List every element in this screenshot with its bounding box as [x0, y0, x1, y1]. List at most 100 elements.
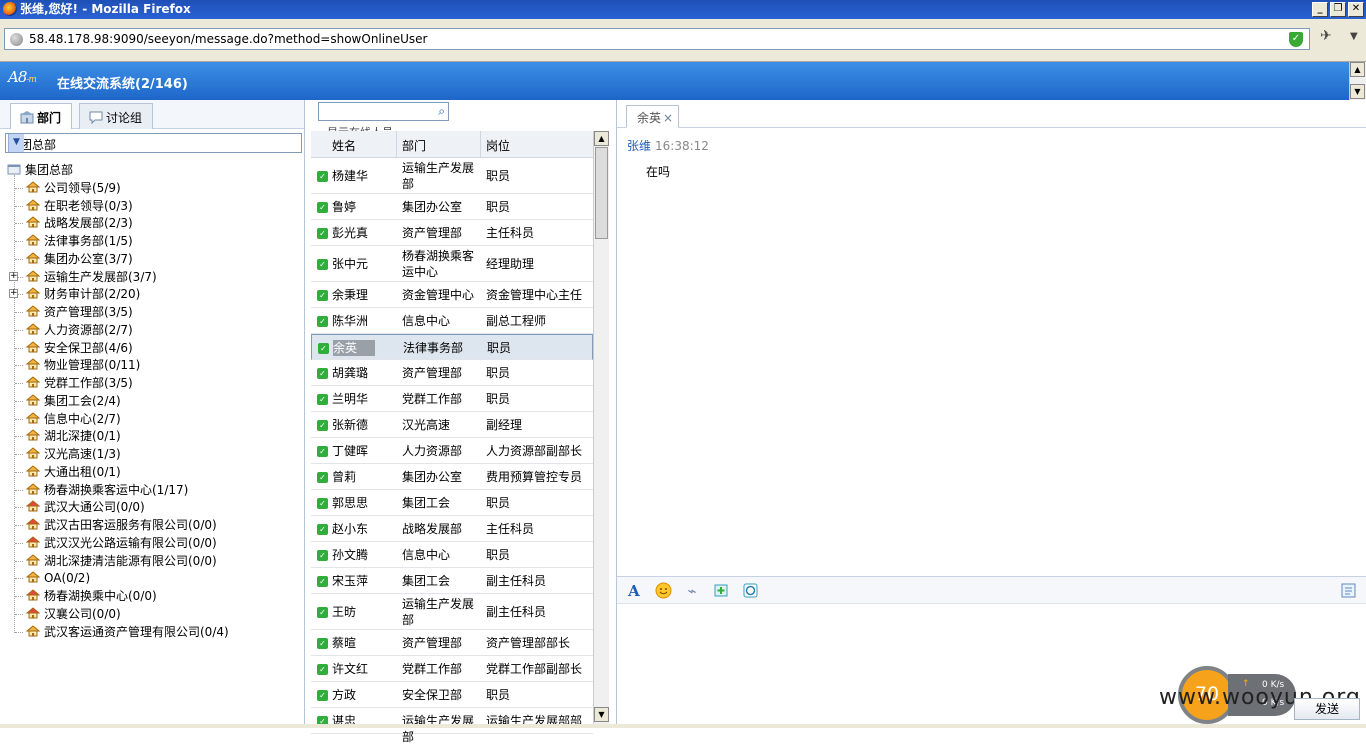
user-row[interactable]: ✓ 兰明华 党群工作部 职员	[311, 386, 593, 412]
window-title: 张维,您好! - Mozilla Firefox	[20, 2, 191, 16]
scroll-thumb[interactable]	[595, 147, 608, 239]
user-department: 人力资源部	[402, 444, 463, 458]
panel-divider[interactable]	[304, 100, 306, 724]
tree-item[interactable]: 公司领导(5/9)	[25, 179, 121, 197]
user-list-scrollbar[interactable]: ▲ ▼	[593, 131, 609, 724]
tree-item[interactable]: 汉襄公司(0/0)	[25, 605, 121, 623]
tab-discussion-group[interactable]: 讨论组	[79, 103, 153, 129]
tree-item[interactable]: 信息中心(2/7)	[25, 410, 121, 428]
user-name: 许文红	[332, 662, 369, 676]
chat-tab[interactable]: 余英 ×	[626, 105, 679, 128]
tree-item[interactable]: 武汉汉光公路运输有限公司(0/0)	[25, 534, 217, 552]
attach-icon[interactable]: ⌁	[683, 582, 701, 600]
site-identity-icon[interactable]	[10, 33, 23, 46]
emoji-icon[interactable]	[654, 582, 672, 600]
user-row[interactable]: ✓ 陈华洲 信息中心 副总工程师	[311, 308, 593, 334]
user-row[interactable]: ✓ 宋玉萍 集团工会 副主任科员	[311, 568, 593, 594]
page-scrollbar[interactable]: ▲ ▼	[1349, 62, 1366, 100]
close-icon[interactable]: ×	[663, 111, 673, 125]
user-row[interactable]: ✓ 张新德 汉光高速 副经理	[311, 412, 593, 438]
tree-root[interactable]: 集团总部	[7, 161, 73, 179]
user-name: 曾莉	[332, 470, 357, 484]
tree-item-label: 大通出租(0/1)	[44, 464, 121, 479]
user-position: 副总工程师	[486, 314, 547, 328]
tree-item[interactable]: 武汉客运通资产管理有限公司(0/4)	[25, 623, 229, 641]
user-row[interactable]: ✓ 彭光真 资产管理部 主任科员	[311, 220, 593, 246]
user-row[interactable]: ✓ 鲁婷 集团办公室 职员	[311, 194, 593, 220]
column-position[interactable]: 岗位	[486, 137, 510, 154]
online-status-icon: ✓	[317, 228, 328, 239]
search-icon[interactable]: ⌕	[438, 104, 445, 119]
tree-item[interactable]: + 运输生产发展部(3/7)	[9, 268, 157, 286]
expand-icon[interactable]: +	[9, 271, 18, 281]
online-status-icon: ✓	[317, 550, 328, 561]
toolbar-menu-arrow-icon[interactable]: ▼	[1350, 31, 1358, 42]
screenshot-icon[interactable]	[712, 582, 730, 600]
scroll-down-icon[interactable]: ▼	[594, 707, 609, 722]
tree-item[interactable]: 在职老领导(0/3)	[25, 197, 133, 215]
font-icon[interactable]: A	[625, 582, 643, 600]
user-row[interactable]: ✓ 孙文腾 信息中心 职员	[311, 542, 593, 568]
user-search-input[interactable]: ⌕	[318, 102, 449, 121]
user-position: 职员	[486, 496, 511, 510]
user-department: 资金管理中心	[402, 288, 475, 302]
message-history-icon[interactable]	[1339, 582, 1357, 600]
maximize-button[interactable]: ❐	[1330, 2, 1346, 17]
user-row[interactable]: ✓ 张中元 杨春湖换乘客运中心 经理助理	[311, 246, 593, 282]
user-row[interactable]: ✓ 许文红 党群工作部 党群工作部副部长	[311, 656, 593, 682]
tree-item[interactable]: 杨春湖换乘中心(0/0)	[25, 587, 157, 605]
user-row[interactable]: ✓ 赵小东 战略发展部 主任科员	[311, 516, 593, 542]
user-row[interactable]: ✓ 余英 法律事务部 职员	[311, 334, 593, 360]
user-name: 丁健晖	[332, 444, 369, 458]
user-position: 副经理	[486, 418, 523, 432]
security-shield-icon[interactable]: ✓	[1289, 32, 1303, 47]
address-bar[interactable]: 58.48.178.98:9090/seeyon/message.do?meth…	[4, 28, 1310, 50]
address-url[interactable]: 58.48.178.98:9090/seeyon/message.do?meth…	[29, 32, 427, 46]
expand-icon[interactable]: +	[9, 289, 18, 299]
tree-item[interactable]: 大通出租(0/1)	[25, 463, 121, 481]
scroll-up-icon[interactable]: ▲	[594, 131, 609, 146]
user-row[interactable]: ✓ 曾莉 集团办公室 费用预算管控专员	[311, 464, 593, 490]
close-window-button[interactable]: ✕	[1348, 2, 1364, 17]
tree-item[interactable]: 资产管理部(3/5)	[25, 303, 133, 321]
tree-item[interactable]: 汉光高速(1/3)	[25, 445, 121, 463]
department-select[interactable]: 集团总部 ▼	[5, 133, 302, 153]
user-row[interactable]: ✓ 郭思思 集团工会 职员	[311, 490, 593, 516]
tree-item[interactable]: 战略发展部(2/3)	[25, 214, 133, 232]
user-row[interactable]: ✓ 蔡暄 资产管理部 资产管理部部长	[311, 630, 593, 656]
tree-item[interactable]: OA(0/2)	[25, 569, 90, 587]
user-row[interactable]: ✓ 杨建华 运输生产发展部 职员	[311, 158, 593, 194]
user-row[interactable]: ✓ 谌忠 运输生产发展部 运输生产发展部部	[311, 708, 593, 744]
tree-item[interactable]: 人力资源部(2/7)	[25, 321, 133, 339]
column-department[interactable]: 部门	[402, 137, 426, 154]
online-status-icon: ✓	[317, 290, 328, 301]
tree-item[interactable]: 安全保卫部(4/6)	[25, 339, 133, 357]
history-icon[interactable]	[741, 582, 759, 600]
tree-item[interactable]: 物业管理部(0/11)	[25, 356, 140, 374]
tree-item[interactable]: 集团办公室(3/7)	[25, 250, 133, 268]
addon-icon[interactable]: ✈	[1320, 28, 1332, 44]
user-department: 法律事务部	[403, 341, 464, 355]
tree-item[interactable]: 武汉大通公司(0/0)	[25, 498, 145, 516]
user-row[interactable]: ✓ 余秉理 资金管理中心 资金管理中心主任	[311, 282, 593, 308]
send-button[interactable]: 发送	[1294, 698, 1360, 720]
tab-department[interactable]: 部门	[10, 103, 72, 129]
user-row[interactable]: ✓ 胡龚璐 资产管理部 职员	[311, 360, 593, 386]
user-row[interactable]: ✓ 方政 安全保卫部 职员	[311, 682, 593, 708]
tree-item[interactable]: 湖北深捷(0/1)	[25, 427, 121, 445]
tree-item[interactable]: 杨春湖换乘客运中心(1/17)	[25, 481, 188, 499]
tree-item[interactable]: 湖北深捷清洁能源有限公司(0/0)	[25, 552, 217, 570]
chevron-down-icon[interactable]: ▼	[8, 134, 24, 152]
scroll-down-icon[interactable]: ▼	[1350, 84, 1365, 99]
tree-item[interactable]: 武汉古田客运服务有限公司(0/0)	[25, 516, 217, 534]
user-row[interactable]: ✓ 丁健晖 人力资源部 人力资源部副部长	[311, 438, 593, 464]
department-icon	[25, 624, 41, 636]
minimize-button[interactable]: _	[1312, 2, 1328, 17]
tree-item[interactable]: 党群工作部(3/5)	[25, 374, 133, 392]
tree-item[interactable]: 法律事务部(1/5)	[25, 232, 133, 250]
user-row[interactable]: ✓ 王昉 运输生产发展部 副主任科员	[311, 594, 593, 630]
tree-item[interactable]: 集团工会(2/4)	[25, 392, 121, 410]
scroll-up-icon[interactable]: ▲	[1350, 62, 1365, 77]
column-name[interactable]: 姓名	[332, 137, 356, 154]
tree-item[interactable]: + 财务审计部(2/20)	[9, 285, 140, 303]
